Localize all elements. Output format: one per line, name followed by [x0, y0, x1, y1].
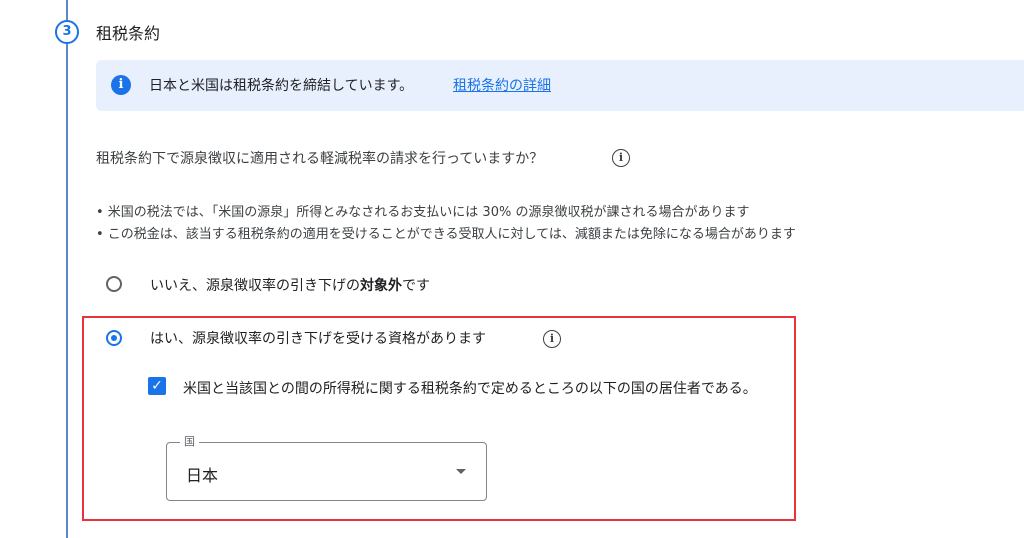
help-icon[interactable]: i — [543, 330, 561, 348]
treaty-question: 租税条約下で源泉徴収に適用される軽減税率の請求を行っていますか？ — [96, 151, 544, 167]
country-select-label: 国 — [180, 433, 199, 449]
country-select[interactable]: 日本 — [166, 442, 487, 501]
option-no-label: いいえ、源泉徴収率の引き下げの対象外です — [150, 275, 430, 295]
radio-yes[interactable] — [106, 330, 122, 346]
step-number-badge: 3 — [55, 20, 79, 44]
option-no-text-prefix: いいえ、源泉徴収率の引き下げの — [150, 278, 360, 294]
country-select-value: 日本 — [186, 466, 219, 485]
info-banner-text: 日本と米国は租税条約を締結しています。 — [149, 78, 414, 94]
help-icon[interactable]: i — [612, 149, 630, 167]
residency-checkbox-label: 米国と当該国との間の所得税に関する租税条約で定めるところの以下の国の居住者である… — [183, 381, 757, 397]
option-no-text-suffix: です — [402, 278, 430, 294]
chevron-down-icon — [456, 469, 466, 474]
option-yes-label: はい、源泉徴収率の引き下げを受ける資格があります — [150, 331, 486, 347]
info-icon: i — [111, 75, 131, 95]
option-no-text-bold: 対象外 — [360, 278, 402, 294]
info-bullet-1: • 米国の税法では、「米国の源泉」所得とみなされるお支払いには 30% の源泉徴… — [96, 205, 750, 220]
residency-checkbox[interactable]: ✓ — [148, 377, 166, 395]
tax-treaty-details-link[interactable]: 租税条約の詳細 — [453, 75, 551, 95]
section-title: 租税条約 — [96, 24, 161, 43]
radio-no[interactable] — [106, 276, 122, 292]
info-banner: i 日本と米国は租税条約を締結しています。 租税条約の詳細 — [96, 60, 1024, 111]
info-bullet-2: • この税金は、該当する租税条約の適用を受けることができる受取人に対しては、減額… — [96, 227, 796, 242]
stepper-rail — [66, 0, 68, 538]
